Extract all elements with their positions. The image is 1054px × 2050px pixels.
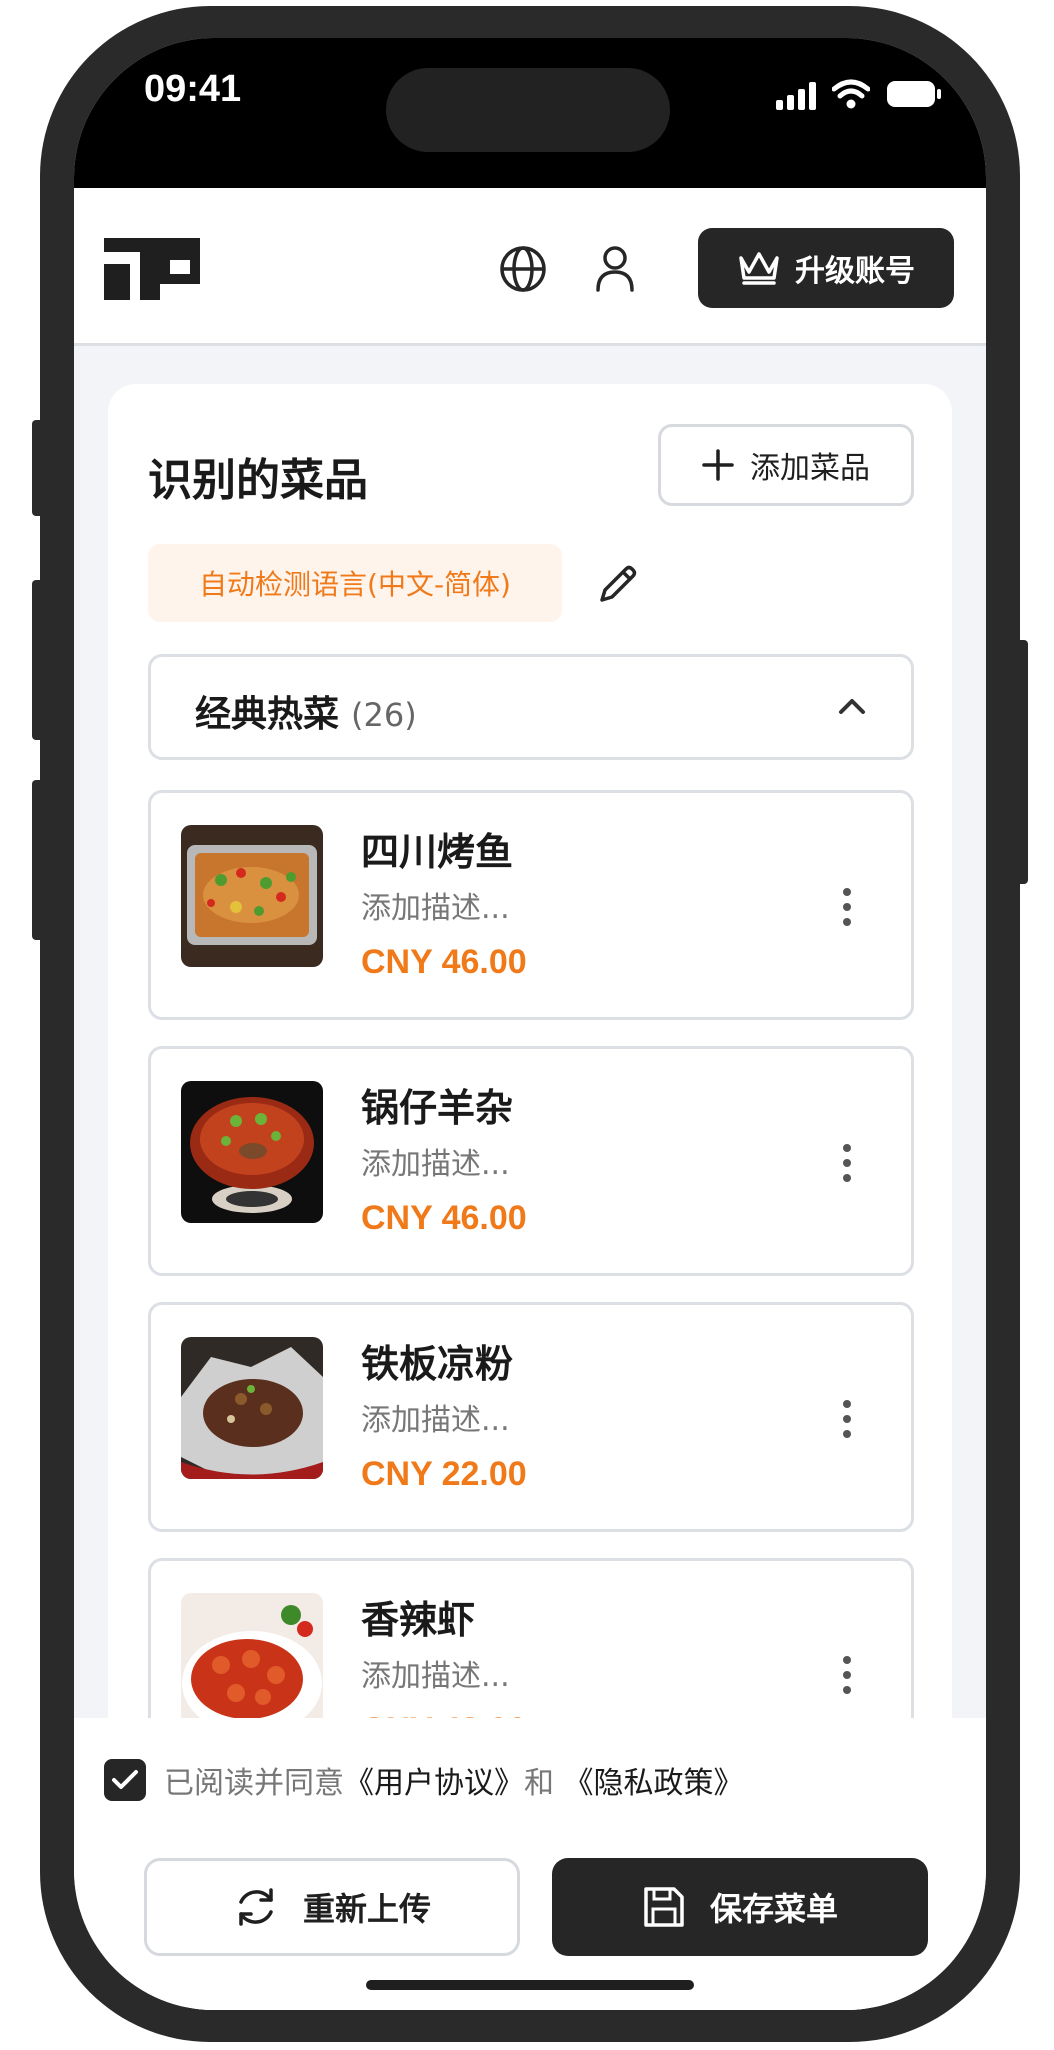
dish-price: CNY 46.00 bbox=[361, 1199, 527, 1237]
agree-prefix: 已阅读并同意 bbox=[164, 1766, 344, 1801]
add-dish-button[interactable]: 添加菜品 bbox=[658, 424, 914, 506]
dish-card[interactable]: 锅仔羊杂 添加描述... CNY 46.00 bbox=[148, 1046, 914, 1276]
dish-photo bbox=[181, 1081, 323, 1223]
status-time: 09:41 bbox=[144, 68, 242, 110]
dish-price: CNY 22.00 bbox=[361, 1455, 527, 1493]
detected-language-chip[interactable]: 自动检测语言(中文-简体) bbox=[148, 544, 562, 622]
app-header: 升级账号 bbox=[74, 188, 986, 346]
category-title: 经典热菜 (26) bbox=[195, 685, 417, 737]
mute-switch bbox=[32, 420, 44, 516]
upgrade-label: 升级账号 bbox=[795, 254, 915, 289]
agreement-text: 已阅读并同意《用户协议》和 《隐私政策》 bbox=[164, 1758, 744, 1802]
dish-name: 铁板凉粉 bbox=[361, 1342, 514, 1386]
user-agreement-link[interactable]: 《用户协议》 bbox=[344, 1766, 524, 1801]
home-indicator[interactable] bbox=[366, 1980, 694, 1990]
crown-icon bbox=[739, 252, 779, 285]
category-name: 经典热菜 bbox=[195, 694, 340, 735]
dish-name: 四川烤鱼 bbox=[361, 830, 514, 874]
dish-photo bbox=[181, 1337, 323, 1479]
pencil-edit-icon[interactable] bbox=[596, 562, 640, 606]
category-count: (26) bbox=[351, 696, 417, 734]
dish-card[interactable]: 四川烤鱼 添加描述... CNY 46.00 bbox=[148, 790, 914, 1020]
language-chip-label: 自动检测语言(中文-简体) bbox=[199, 568, 511, 601]
screen: 09:41 升级账号 识别的菜品 添加菜品 自动检测语言(中文-简体) 经典热菜… bbox=[74, 38, 986, 2010]
agreement-row: 已阅读并同意《用户协议》和 《隐私政策》 bbox=[104, 1758, 744, 1802]
bottom-action-bar: 已阅读并同意《用户协议》和 《隐私政策》 重新上传 保存菜单 bbox=[74, 1718, 986, 2010]
refresh-icon bbox=[239, 1888, 273, 1926]
save-disk-icon bbox=[644, 1887, 684, 1927]
volume-down-button bbox=[32, 780, 44, 940]
power-button bbox=[1016, 640, 1028, 884]
status-bar: 09:41 bbox=[74, 38, 986, 188]
category-header[interactable]: 经典热菜 (26) bbox=[148, 654, 914, 760]
save-label: 保存菜单 bbox=[709, 1890, 838, 1928]
dynamic-island bbox=[386, 68, 670, 152]
section-title: 识别的菜品 bbox=[148, 455, 368, 506]
signal-icon bbox=[776, 82, 816, 110]
dish-description[interactable]: 添加描述... bbox=[361, 883, 510, 927]
logo bbox=[104, 238, 200, 300]
dish-price: CNY 46.00 bbox=[361, 943, 527, 981]
battery-icon bbox=[887, 81, 941, 107]
add-dish-label: 添加菜品 bbox=[750, 451, 870, 486]
more-vertical-icon[interactable] bbox=[839, 887, 855, 927]
chevron-up-icon[interactable] bbox=[837, 695, 867, 717]
dish-description[interactable]: 添加描述... bbox=[361, 1651, 510, 1695]
user-icon[interactable] bbox=[594, 244, 636, 294]
reupload-button[interactable]: 重新上传 bbox=[144, 1858, 520, 1956]
language-globe-icon[interactable] bbox=[498, 244, 548, 294]
wifi-icon bbox=[832, 79, 870, 109]
agreement-checkbox[interactable] bbox=[104, 1759, 146, 1801]
dish-photo bbox=[181, 825, 323, 967]
save-menu-button[interactable]: 保存菜单 bbox=[552, 1858, 928, 1956]
more-vertical-icon[interactable] bbox=[839, 1143, 855, 1183]
privacy-policy-link[interactable]: 《隐私政策》 bbox=[564, 1766, 744, 1801]
dish-name: 锅仔羊杂 bbox=[361, 1086, 514, 1130]
upgrade-account-button[interactable]: 升级账号 bbox=[698, 228, 954, 308]
volume-up-button bbox=[32, 580, 44, 740]
dish-photo bbox=[181, 1593, 323, 1735]
dish-name: 香辣虾 bbox=[361, 1598, 476, 1642]
dish-description[interactable]: 添加描述... bbox=[361, 1395, 510, 1439]
more-vertical-icon[interactable] bbox=[839, 1399, 855, 1439]
dish-card[interactable]: 铁板凉粉 添加描述... CNY 22.00 bbox=[148, 1302, 914, 1532]
reupload-label: 重新上传 bbox=[302, 1890, 431, 1928]
check-icon bbox=[112, 1770, 138, 1789]
agree-and: 和 bbox=[524, 1766, 554, 1801]
more-vertical-icon[interactable] bbox=[839, 1655, 855, 1695]
dish-description[interactable]: 添加描述... bbox=[361, 1139, 510, 1183]
plus-icon bbox=[702, 449, 734, 481]
